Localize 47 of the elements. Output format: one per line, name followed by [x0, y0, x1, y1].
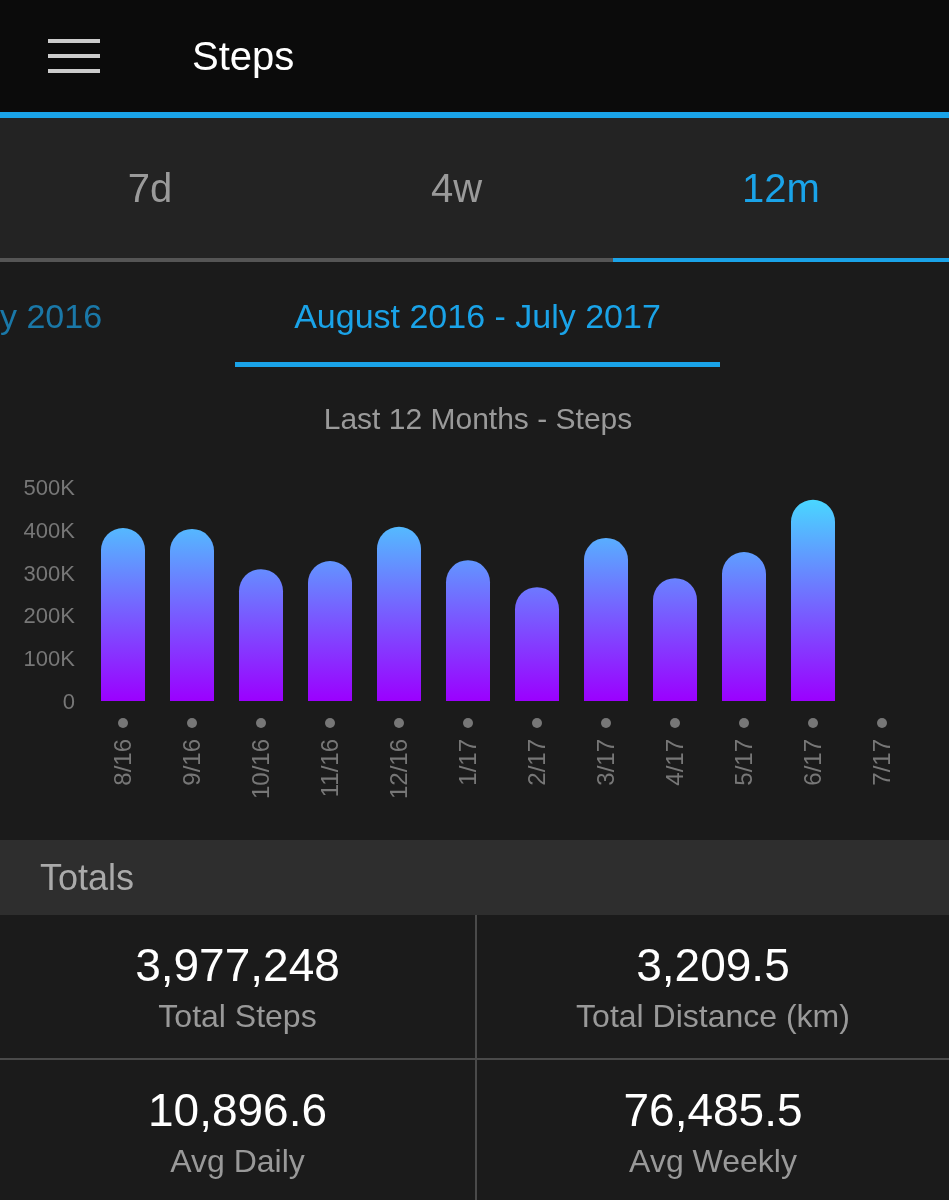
- stat-value: 3,209.5: [636, 938, 790, 992]
- stat-value: 3,977,248: [135, 938, 340, 992]
- stat-label: Avg Weekly: [629, 1143, 797, 1180]
- point-dot: [877, 718, 887, 728]
- point-dot: [325, 718, 335, 728]
- y-axis-label: 100K: [23, 646, 75, 672]
- y-axis-label: 300K: [23, 560, 75, 586]
- stat-value: 10,896.6: [147, 1083, 328, 1137]
- stat-value: 76,485.5: [623, 1083, 803, 1137]
- x-axis-label: 11/16: [316, 739, 343, 798]
- x-axis-label: 7/17: [868, 739, 895, 786]
- x-axis-label: 10/16: [247, 739, 274, 800]
- range-tab[interactable]: 12m: [613, 118, 949, 262]
- section-title: Totals: [40, 856, 135, 899]
- x-axis-label: 2/17: [523, 739, 550, 786]
- stat-label: Avg Daily: [170, 1143, 305, 1180]
- page-title: Steps: [192, 33, 295, 79]
- period-tab[interactable]: y 2016: [0, 262, 235, 367]
- point-dot: [463, 718, 473, 728]
- x-axis-label: 3/17: [592, 739, 619, 786]
- point-dot: [118, 718, 128, 728]
- x-axis-label: 8/16: [109, 739, 136, 786]
- x-axis-label: 5/17: [730, 739, 757, 786]
- x-axis-label: 12/16: [385, 739, 412, 800]
- chart-title: Last 12 Months - Steps: [323, 402, 633, 435]
- point-dot: [187, 718, 197, 728]
- point-dot: [739, 718, 749, 728]
- point-dot: [670, 718, 680, 728]
- point-dot: [256, 718, 266, 728]
- y-axis-label: 0: [62, 689, 75, 714]
- point-dot: [394, 718, 404, 728]
- stat-label: Total Steps: [158, 998, 317, 1035]
- x-axis-label: 9/16: [178, 739, 205, 786]
- point-dot: [532, 718, 542, 728]
- point-dot: [601, 718, 611, 728]
- x-axis-label: 4/17: [661, 739, 688, 786]
- menu-icon[interactable]: [48, 39, 100, 73]
- x-axis-label: 6/17: [799, 739, 826, 786]
- x-axis-label: 1/17: [454, 739, 481, 786]
- y-axis-label: 400K: [23, 517, 75, 543]
- y-axis-label: 500K: [23, 475, 75, 500]
- stat-label: Total Distance (km): [576, 998, 850, 1035]
- period-tab[interactable]: August 2016 - July 2017: [235, 262, 720, 367]
- range-tab[interactable]: 7d: [0, 118, 300, 262]
- range-tab[interactable]: 4w: [300, 118, 613, 262]
- point-dot: [808, 718, 818, 728]
- y-axis-label: 200K: [23, 603, 75, 629]
